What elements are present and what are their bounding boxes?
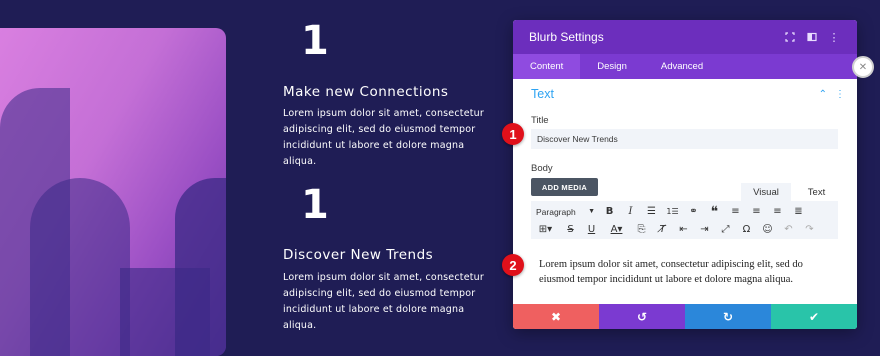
emoji-icon[interactable]: ☺ bbox=[757, 220, 778, 239]
cancel-button[interactable]: ✖ bbox=[513, 304, 599, 329]
title-input[interactable] bbox=[531, 129, 838, 149]
block-2-text: Lorem ipsum dolor sit amet, consectetur … bbox=[283, 270, 498, 334]
more-options-icon[interactable]: ⋮ bbox=[823, 26, 845, 48]
chevron-up-icon[interactable]: ⌃ bbox=[819, 89, 827, 100]
align-justify-icon[interactable]: ≣ bbox=[788, 202, 809, 221]
italic-icon[interactable]: I bbox=[620, 202, 641, 221]
text-section-toggle[interactable]: Text ⌃ ⋮ bbox=[513, 79, 857, 109]
text-line: Lorem ipsum dolor sit amet, consectetur bbox=[283, 272, 485, 283]
numbered-list-icon[interactable]: 1☰ bbox=[662, 202, 683, 221]
close-panel-icon[interactable]: ✕ bbox=[852, 56, 874, 78]
text-line: Lorem ipsum dolor sit amet, consectetur bbox=[283, 108, 485, 119]
redo-editor-icon[interactable]: ↷ bbox=[799, 220, 820, 239]
format-select[interactable]: Paragraph ▼ bbox=[531, 202, 599, 221]
bold-icon[interactable]: B bbox=[599, 202, 620, 221]
editor-tab-visual[interactable]: Visual bbox=[741, 183, 791, 201]
person-silhouette bbox=[175, 178, 226, 356]
close-icon: ✖ bbox=[550, 309, 562, 324]
block-2-numeral: 1 bbox=[301, 182, 329, 228]
blockquote-icon[interactable]: ❝ bbox=[704, 202, 725, 221]
block-2-heading: Discover New Trends bbox=[283, 247, 434, 263]
body-field-label: Body bbox=[531, 163, 553, 174]
paste-text-icon[interactable]: ⎘ bbox=[631, 220, 652, 239]
split-view-icon[interactable] bbox=[801, 26, 823, 48]
table-icon[interactable]: ⊞▾ bbox=[531, 220, 560, 239]
editor-toolbar: Paragraph ▼ B I ☰ 1☰ ⚭ ❝ ≡ ≡ ≡ ≣ ⊞▾ S U … bbox=[531, 201, 838, 239]
person-silhouette bbox=[30, 178, 130, 356]
undo-icon: ↺ bbox=[636, 309, 648, 324]
strikethrough-icon[interactable]: S bbox=[560, 220, 581, 239]
bullet-list-icon[interactable]: ☰ bbox=[641, 202, 662, 221]
check-icon: ✔ bbox=[808, 309, 820, 324]
text-line: adipiscing elit, sed do eiusmod tempor bbox=[283, 288, 476, 299]
blurb-settings-panel: Blurb Settings ⋮ Content Design Advanced… bbox=[513, 20, 857, 329]
panel-title: Blurb Settings bbox=[529, 30, 604, 44]
expand-icon[interactable] bbox=[779, 26, 801, 48]
underline-icon[interactable]: U bbox=[581, 220, 602, 239]
annotation-marker-2: 2 bbox=[502, 254, 524, 276]
text-line: incididunt ut labore et dolore magna ali… bbox=[283, 140, 465, 167]
block-1-text: Lorem ipsum dolor sit amet, consectetur … bbox=[283, 106, 498, 170]
tab-advanced[interactable]: Advanced bbox=[644, 54, 720, 79]
special-character-icon[interactable]: Ω bbox=[736, 220, 757, 239]
toolbar-row-2: ⊞▾ S U A▾ ⎘ T̸ ⇤ ⇥ ⤢ Ω ☺ ↶ ↷ bbox=[531, 220, 820, 239]
editor-line: Lorem ipsum dolor sit amet, consectetur … bbox=[539, 259, 803, 270]
indent-icon[interactable]: ⇥ bbox=[694, 220, 715, 239]
text-line: adipiscing elit, sed do eiusmod tempor bbox=[283, 124, 476, 135]
align-right-icon[interactable]: ≡ bbox=[767, 202, 788, 221]
save-button[interactable]: ✔ bbox=[771, 304, 857, 329]
align-center-icon[interactable]: ≡ bbox=[746, 202, 767, 221]
block-1-heading: Make new Connections bbox=[283, 84, 449, 100]
section-more-icon[interactable]: ⋮ bbox=[835, 89, 845, 100]
editor-tab-text[interactable]: Text bbox=[795, 183, 838, 201]
redo-icon: ↻ bbox=[722, 309, 734, 324]
blurb-image bbox=[0, 28, 226, 356]
caret-down-icon: ▼ bbox=[588, 208, 595, 215]
format-select-value: Paragraph bbox=[536, 206, 576, 217]
tab-design[interactable]: Design bbox=[580, 54, 644, 79]
redo-button[interactable]: ↻ bbox=[685, 304, 771, 329]
section-label: Text bbox=[531, 87, 554, 101]
undo-button[interactable]: ↺ bbox=[599, 304, 685, 329]
annotation-marker-1: 1 bbox=[502, 123, 524, 145]
panel-header: Blurb Settings ⋮ bbox=[513, 20, 857, 54]
toolbar-row-1: Paragraph ▼ B I ☰ 1☰ ⚭ ❝ ≡ ≡ ≡ ≣ bbox=[531, 202, 809, 221]
align-left-icon[interactable]: ≡ bbox=[725, 202, 746, 221]
text-color-icon[interactable]: A▾ bbox=[602, 220, 631, 239]
link-icon[interactable]: ⚭ bbox=[683, 202, 704, 221]
body-editor[interactable]: Lorem ipsum dolor sit amet, consectetur … bbox=[531, 239, 838, 304]
title-field-label: Title bbox=[531, 115, 549, 126]
outdent-icon[interactable]: ⇤ bbox=[673, 220, 694, 239]
add-media-button[interactable]: ADD MEDIA bbox=[531, 178, 598, 196]
tab-content[interactable]: Content bbox=[513, 54, 581, 79]
fullscreen-icon[interactable]: ⤢ bbox=[715, 220, 736, 239]
panel-footer: ✖ ↺ ↻ ✔ bbox=[513, 304, 857, 329]
block-1-numeral: 1 bbox=[301, 18, 329, 64]
panel-tabs: Content Design Advanced bbox=[513, 54, 857, 79]
editor-line: eiusmod tempor incididunt ut labore et d… bbox=[539, 274, 793, 285]
text-line: incididunt ut labore et dolore magna ali… bbox=[283, 304, 465, 331]
undo-editor-icon[interactable]: ↶ bbox=[778, 220, 799, 239]
clear-formatting-icon[interactable]: T̸ bbox=[652, 220, 673, 239]
